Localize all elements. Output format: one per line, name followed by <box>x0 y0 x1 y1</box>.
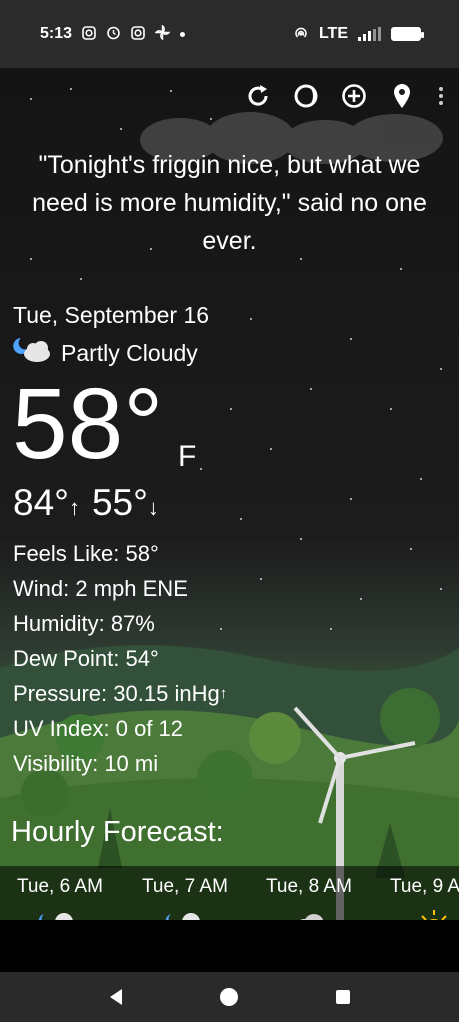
partly-cloudy-night-icon <box>165 908 205 920</box>
detail-dew-point: Dew Point: 54° <box>13 646 159 671</box>
status-left: 5:13 <box>40 24 186 43</box>
condition-label: Partly Cloudy <box>61 339 198 366</box>
hourly-item-time[interactable]: Tue, 6 AM <box>17 876 103 898</box>
detail-pressure: Pressure: 30.15 inHg ↑ <box>13 676 227 711</box>
clock: 5:13 <box>40 25 73 42</box>
down-arrow-icon: ↓ <box>147 495 159 520</box>
up-arrow-icon: ↑ <box>68 495 80 520</box>
sun-icon <box>414 908 454 920</box>
spacer-band <box>0 920 459 972</box>
hourly-forecast-strip[interactable]: Tue, 6 AM Tue, 7 AM Tue, 8 AM Tue, 9 A <box>0 866 459 920</box>
low-temp: 55°↓ <box>91 482 159 523</box>
detail-humidity: Humidity: 87% <box>13 611 155 636</box>
temperature-unit: F <box>178 440 197 473</box>
current-date: Tue, September 16 <box>13 302 210 328</box>
high-low: 84°↑ 55°↓ <box>13 482 159 524</box>
weather-details: Feels Like: 58° Wind: 2 mph ENE Humidity… <box>13 536 227 781</box>
weather-quote: "Tonight's friggin nice, but what we nee… <box>32 151 427 255</box>
hourly-item-time[interactable]: Tue, 7 AM <box>142 876 228 898</box>
location-pin-icon[interactable] <box>389 82 415 110</box>
detail-feels-like: Feels Like: 58° <box>13 541 159 566</box>
refresh-icon[interactable] <box>245 82 271 110</box>
detail-uv-index: UV Index: 0 of 12 <box>13 716 184 741</box>
battery-icon <box>391 27 424 41</box>
alarm-icon <box>106 25 121 43</box>
high-temp: 84°↑ <box>13 482 80 523</box>
signal-icon <box>358 27 381 41</box>
network-label: LTE <box>318 25 348 42</box>
dot-icon <box>180 31 186 37</box>
home-button[interactable] <box>217 985 241 1009</box>
current-condition: Partly Cloudy <box>13 336 198 370</box>
pinwheel-icon <box>154 24 171 43</box>
hotspot-icon <box>293 26 309 43</box>
hourly-forecast-title: Hourly Forecast: <box>11 816 224 848</box>
add-location-icon[interactable] <box>341 82 367 110</box>
hourly-item-time[interactable]: Tue, 8 AM <box>266 876 352 898</box>
detail-wind: Wind: 2 mph ENE <box>13 576 188 601</box>
instagram-icon <box>82 25 96 43</box>
toolbar <box>245 82 445 110</box>
instagram-icon <box>131 25 145 43</box>
moon-phase-icon[interactable] <box>293 82 319 110</box>
partly-cloudy-night-icon <box>13 336 53 370</box>
weather-app: "Tonight's friggin nice, but what we nee… <box>0 68 459 920</box>
status-right: LTE <box>293 25 424 43</box>
system-nav-bar <box>0 972 459 1022</box>
partly-cloudy-night-icon <box>38 908 78 920</box>
pressure-trend-icon: ↑ <box>219 685 228 702</box>
status-bar: 5:13 LTE <box>0 0 459 68</box>
recents-button[interactable] <box>331 985 355 1009</box>
detail-visibility: Visibility: 10 mi <box>13 751 159 776</box>
hourly-item-time[interactable]: Tue, 9 A <box>390 876 459 898</box>
more-options-icon[interactable] <box>437 82 445 110</box>
back-button[interactable] <box>104 985 128 1009</box>
current-temperature: 58° <box>12 368 164 480</box>
cloudy-icon <box>290 908 334 920</box>
